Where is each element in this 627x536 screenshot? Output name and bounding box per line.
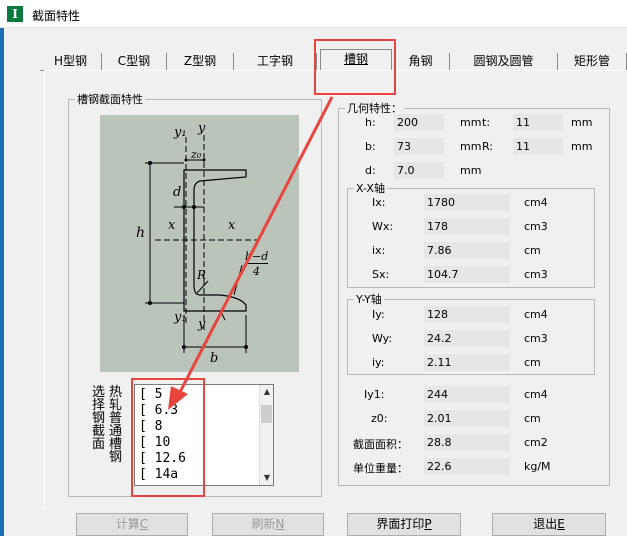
annotation-arrow: [168, 96, 334, 410]
